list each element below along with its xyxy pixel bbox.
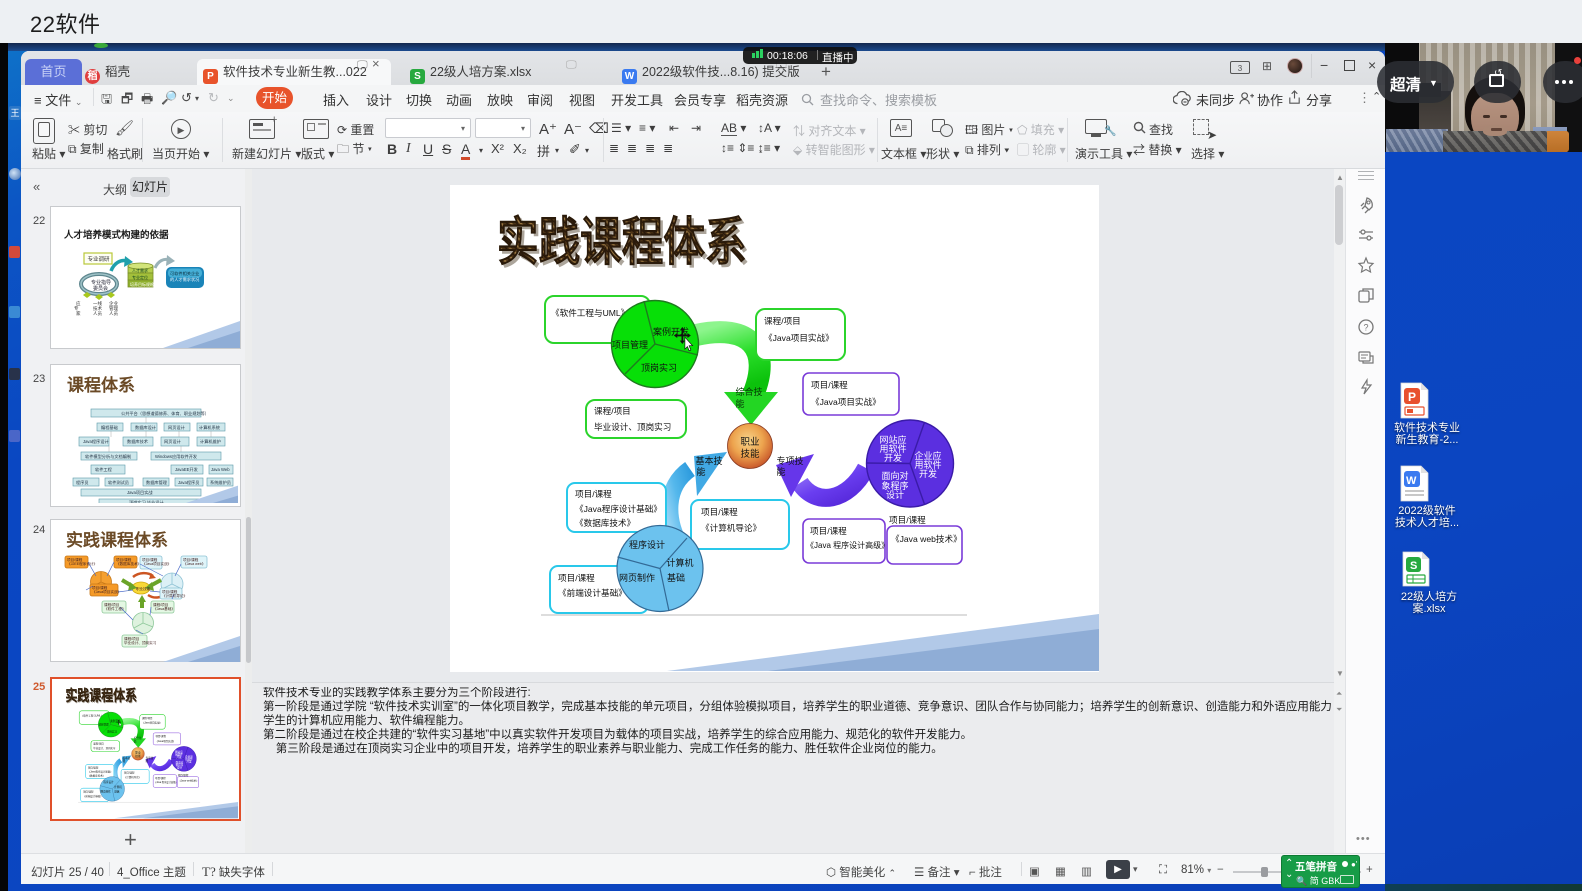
svg-text:网页设计: 网页设计 [168,424,185,431]
svg-text:项目/课程: 项目/课程 [889,515,926,525]
svg-text:《Java程序设计基础》: 《Java程序设计基础》 [575,503,662,514]
svg-text:P: P [1408,390,1416,404]
svg-text:程序员: 程序员 [76,479,89,486]
svg-text:计算机: 计算机 [666,557,693,568]
svg-text:人才需求: 人才需求 [132,267,148,273]
svg-text:数据库设计: 数据库设计 [135,424,156,431]
svg-text:项目/课程: 项目/课程 [810,526,847,536]
svg-text:《Java基础》: 《Java基础》 [153,606,175,611]
svg-text:公共平台（思想道德修养、体育、职业规划等）: 公共平台（思想道德修养、体育、职业规划等） [121,410,209,417]
svg-text:《软件工程》: 《软件工程》 [104,606,126,611]
svg-text:课程/项目: 课程/项目 [594,406,631,416]
svg-text:《Java项目实战》: 《Java项目实战》 [764,332,834,343]
svg-text:网页制作: 网页制作 [619,572,655,583]
svg-text:《Java项目实战》: 《Java项目实战》 [92,589,121,594]
svg-text:毕业设计、顶岗实习: 毕业设计、顶岗实习 [124,640,157,645]
svg-text:项目/课程: 项目/课程 [811,380,848,390]
svg-text:Java Web: Java Web [211,467,230,472]
svg-text:设计: 设计 [886,489,904,500]
svg-text:的人才需求状况: 的人才需求状况 [170,276,200,283]
svg-text:专业定位: 专业定位 [132,274,148,280]
svg-text:人员: 人员 [93,311,102,317]
svg-text:《数据库技术》: 《数据库技术》 [116,561,141,566]
svg-text:项目管理: 项目管理 [612,339,648,350]
svg-text:?: ? [1364,323,1369,333]
svg-text:数据库管理: 数据库管理 [146,479,168,486]
svg-text:项目/课程: 项目/课程 [701,507,738,517]
svg-text:软件工程: 软件工程 [95,466,113,473]
svg-text:项目/课程: 项目/课程 [558,573,595,583]
svg-text:《数据库技术》: 《数据库技术》 [575,517,635,528]
svg-text:W: W [1406,475,1417,487]
svg-text:《Java web技术》: 《Java web技术》 [891,533,962,544]
svg-text:软件测试员: 软件测试员 [108,479,129,486]
svg-text:课程/项目: 课程/项目 [764,316,801,326]
svg-text:软件模型分析与文档编制: 软件模型分析与文档编制 [85,453,131,460]
svg-text:数据库技术: 数据库技术 [127,438,149,445]
svg-text:《Java项目实战》: 《Java项目实战》 [142,561,171,566]
svg-text:职业技能: 职业技能 [136,586,151,591]
svg-text:人才培养模式构建的依据: 人才培养模式构建的依据 [64,229,169,241]
svg-text:家: 家 [76,310,81,316]
svg-text:程序设计: 程序设计 [629,539,665,550]
svg-text:课程体系: 课程体系 [67,375,135,395]
svg-text:基础: 基础 [667,572,685,583]
svg-text:计算机系统: 计算机系统 [199,424,220,431]
svg-text:职业: 职业 [740,437,759,448]
svg-text:开发: 开发 [919,468,937,479]
svg-text:能: 能 [776,466,785,477]
svg-text:综合技: 综合技 [735,386,762,397]
svg-text:面向对: 面向对 [881,470,908,481]
svg-text:能: 能 [735,398,744,409]
svg-text:Java项目实战: Java项目实战 [127,489,153,496]
svg-text:专项技: 专项技 [776,455,803,466]
svg-text:培养目标规格: 培养目标规格 [130,281,154,287]
svg-text:项目/课程: 项目/课程 [575,489,612,499]
svg-text:网页设计: 网页设计 [164,438,181,445]
svg-text:《前端设计基础》: 《前端设计基础》 [558,587,627,598]
svg-text:计算机维护: 计算机维护 [200,438,221,445]
svg-text:能: 能 [696,466,705,477]
svg-text:技能: 技能 [740,448,760,460]
svg-text:实践课程体系: 实践课程体系 [497,213,747,272]
svg-text:系统维护员: 系统维护员 [210,479,231,486]
svg-text:Windows应用软件开发: Windows应用软件开发 [155,453,198,460]
svg-text:Java程序员: Java程序员 [178,479,199,486]
svg-text:毕业设计、顶岗实习: 毕业设计、顶岗实习 [594,421,671,432]
svg-text:《软件工程与UML》: 《软件工程与UML》 [551,307,629,318]
svg-text:人员: 人员 [109,311,118,317]
svg-text:基本技: 基本技 [695,455,722,466]
svg-text:《计算机导论》: 《计算机导论》 [162,593,187,598]
svg-text:JavaEE开发: JavaEE开发 [175,466,199,473]
svg-text:Java程序设计: Java程序设计 [83,438,109,445]
svg-text:委员会: 委员会 [93,285,108,292]
svg-text:《计算机导论》: 《计算机导论》 [701,522,761,533]
svg-text:实践课程体系: 实践课程体系 [66,530,168,550]
svg-text:可软件相关企业: 可软件相关企业 [170,270,199,277]
svg-text:开发: 开发 [884,452,902,463]
svg-text:《J2EE程序设计》: 《J2EE程序设计》 [67,561,97,566]
svg-text:《Java 程序设计高级》: 《Java 程序设计高级》 [806,540,889,550]
svg-text:顶岗实习: 顶岗实习 [641,362,677,373]
svg-text:顶岗实习 毕业设计: 顶岗实习 毕业设计 [129,499,164,503]
svg-text:编程基础: 编程基础 [101,424,118,431]
svg-text:S: S [1410,560,1417,572]
svg-text:专业调研: 专业调研 [88,255,111,263]
svg-text:《Java项目实战》: 《Java项目实战》 [811,396,881,407]
svg-text:《Java web》: 《Java web》 [183,561,205,566]
svg-text:专业指导: 专业指导 [91,279,111,286]
